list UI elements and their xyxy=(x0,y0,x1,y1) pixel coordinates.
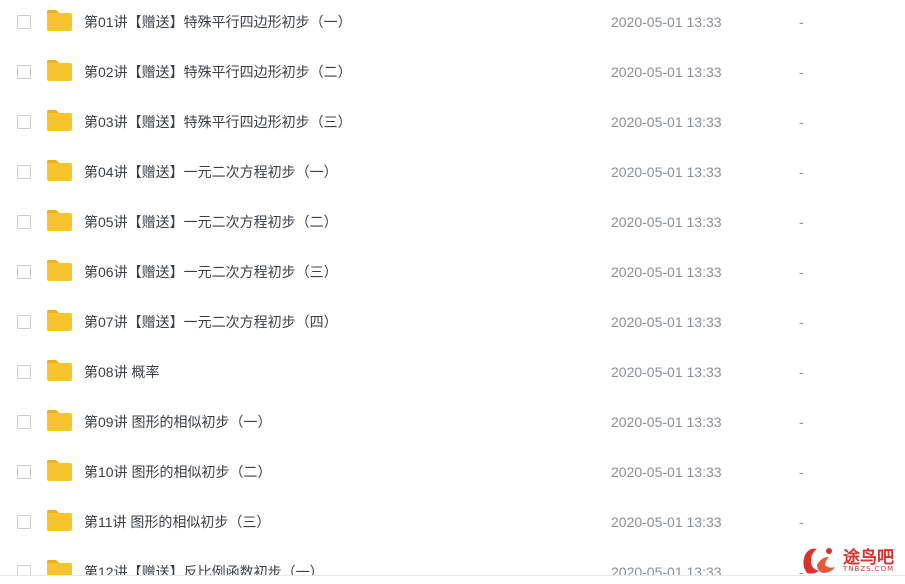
file-size: - xyxy=(799,164,804,180)
file-row[interactable]: 第08讲 概率 2020-05-01 13:33 - xyxy=(0,350,905,400)
row-checkbox[interactable] xyxy=(17,115,31,129)
row-checkbox[interactable] xyxy=(17,415,31,429)
file-name[interactable]: 第05讲【赠送】一元二次方程初步（二） xyxy=(84,213,338,231)
file-date: 2020-05-01 13:33 xyxy=(611,514,722,530)
file-date: 2020-05-01 13:33 xyxy=(611,114,722,130)
file-name[interactable]: 第09讲 图形的相似初步（一） xyxy=(84,413,271,431)
file-date: 2020-05-01 13:33 xyxy=(611,214,722,230)
watermark-logo-icon xyxy=(803,548,835,574)
file-row[interactable]: 第03讲【赠送】特殊平行四边形初步（三） 2020-05-01 13:33 - xyxy=(0,100,905,150)
file-date: 2020-05-01 13:33 xyxy=(611,64,722,80)
folder-icon xyxy=(47,210,72,231)
file-date: 2020-05-01 13:33 xyxy=(611,564,722,575)
watermark-subtext: TNBZS.COM xyxy=(843,565,895,573)
folder-icon xyxy=(47,60,72,81)
file-name[interactable]: 第12讲【赠送】反比例函数初步（一） xyxy=(84,563,324,575)
file-row[interactable]: 第05讲【赠送】一元二次方程初步（二） 2020-05-01 13:33 - xyxy=(0,200,905,250)
file-name[interactable]: 第10讲 图形的相似初步（二） xyxy=(84,463,271,481)
folder-icon xyxy=(47,10,72,31)
file-date: 2020-05-01 13:33 xyxy=(611,314,722,330)
row-checkbox[interactable] xyxy=(17,465,31,479)
file-size: - xyxy=(799,364,804,380)
row-checkbox[interactable] xyxy=(17,15,31,29)
file-size: - xyxy=(799,214,804,230)
row-checkbox[interactable] xyxy=(17,65,31,79)
file-date: 2020-05-01 13:33 xyxy=(611,14,722,30)
folder-icon xyxy=(47,260,72,281)
row-checkbox[interactable] xyxy=(17,365,31,379)
row-checkbox[interactable] xyxy=(17,315,31,329)
file-row[interactable]: 第12讲【赠送】反比例函数初步（一） 2020-05-01 13:33 - xyxy=(0,550,905,575)
row-checkbox[interactable] xyxy=(17,565,31,575)
file-size: - xyxy=(799,464,804,480)
file-name[interactable]: 第03讲【赠送】特殊平行四边形初步（三） xyxy=(84,113,352,131)
file-name[interactable]: 第11讲 图形的相似初步（三） xyxy=(84,513,270,531)
file-name[interactable]: 第02讲【赠送】特殊平行四边形初步（二） xyxy=(84,63,352,81)
file-row[interactable]: 第04讲【赠送】一元二次方程初步（一） 2020-05-01 13:33 - xyxy=(0,150,905,200)
file-size: - xyxy=(799,264,804,280)
folder-icon xyxy=(47,160,72,181)
file-name[interactable]: 第01讲【赠送】特殊平行四边形初步（一） xyxy=(84,13,352,31)
file-size: - xyxy=(799,64,804,80)
file-date: 2020-05-01 13:33 xyxy=(611,464,722,480)
file-list: 第01讲【赠送】特殊平行四边形初步（一） 2020-05-01 13:33 - … xyxy=(0,0,905,575)
folder-icon xyxy=(47,360,72,381)
folder-icon xyxy=(47,560,72,575)
file-size: - xyxy=(799,314,804,330)
folder-icon xyxy=(47,310,72,331)
file-size: - xyxy=(799,14,804,30)
file-row[interactable]: 第07讲【赠送】一元二次方程初步（四） 2020-05-01 13:33 - xyxy=(0,300,905,350)
row-checkbox[interactable] xyxy=(17,265,31,279)
folder-icon xyxy=(47,410,72,431)
file-date: 2020-05-01 13:33 xyxy=(611,364,722,380)
file-row[interactable]: 第06讲【赠送】一元二次方程初步（三） 2020-05-01 13:33 - xyxy=(0,250,905,300)
file-name[interactable]: 第08讲 概率 xyxy=(84,363,159,381)
folder-icon xyxy=(47,110,72,131)
file-name[interactable]: 第06讲【赠送】一元二次方程初步（三） xyxy=(84,263,338,281)
row-checkbox[interactable] xyxy=(17,215,31,229)
file-size: - xyxy=(799,114,804,130)
file-row[interactable]: 第10讲 图形的相似初步（二） 2020-05-01 13:33 - xyxy=(0,450,905,500)
watermark: 途鸟吧 TNBZS.COM xyxy=(799,543,899,577)
file-row[interactable]: 第01讲【赠送】特殊平行四边形初步（一） 2020-05-01 13:33 - xyxy=(0,0,905,50)
file-row[interactable]: 第11讲 图形的相似初步（三） 2020-05-01 13:33 - xyxy=(0,500,905,550)
file-row[interactable]: 第09讲 图形的相似初步（一） 2020-05-01 13:33 - xyxy=(0,400,905,450)
file-row[interactable]: 第02讲【赠送】特殊平行四边形初步（二） 2020-05-01 13:33 - xyxy=(0,50,905,100)
file-date: 2020-05-01 13:33 xyxy=(611,414,722,430)
folder-icon xyxy=(47,510,72,531)
file-size: - xyxy=(799,414,804,430)
row-checkbox[interactable] xyxy=(17,165,31,179)
file-date: 2020-05-01 13:33 xyxy=(611,164,722,180)
file-name[interactable]: 第07讲【赠送】一元二次方程初步（四） xyxy=(84,313,338,331)
file-name[interactable]: 第04讲【赠送】一元二次方程初步（一） xyxy=(84,163,338,181)
file-date: 2020-05-01 13:33 xyxy=(611,264,722,280)
file-size: - xyxy=(799,514,804,530)
row-checkbox[interactable] xyxy=(17,515,31,529)
folder-icon xyxy=(47,460,72,481)
